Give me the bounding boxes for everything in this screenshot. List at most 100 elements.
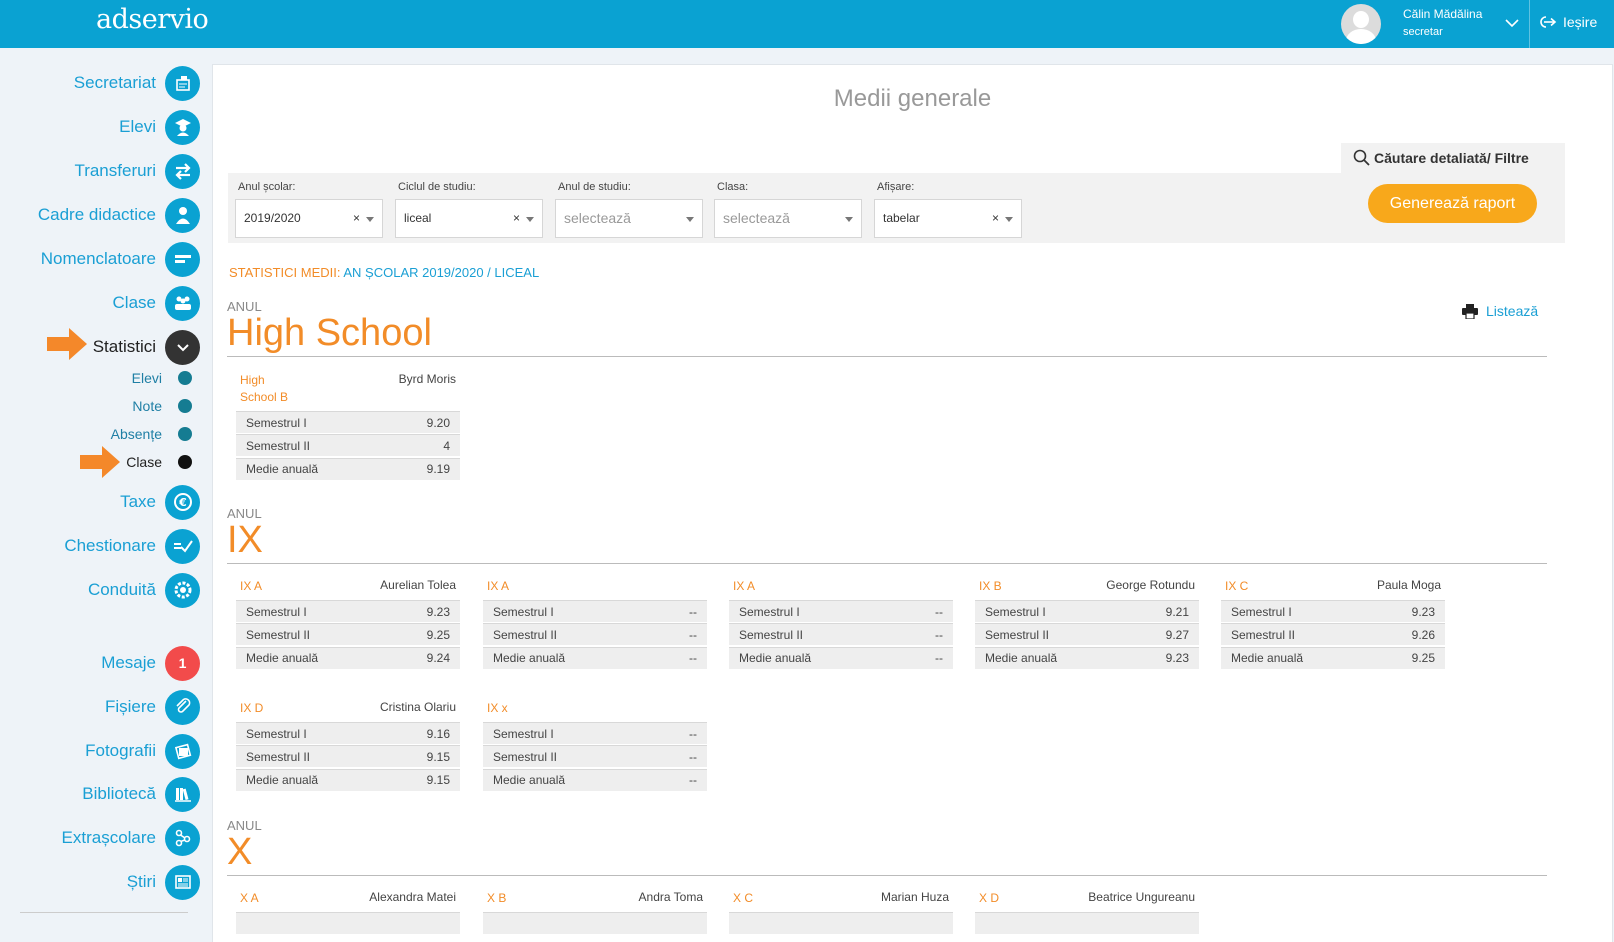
class-name: IX A	[733, 579, 756, 593]
sidebar-item-taxe[interactable]: Taxe €	[120, 484, 200, 520]
sidebar-item-mesaje[interactable]: Mesaje 1	[101, 645, 200, 681]
row-value: 9.21	[1165, 604, 1189, 619]
sidebar-item-label: Clase	[112, 293, 156, 312]
advanced-search-toggle[interactable]: Căutare detaliată/ Filtre	[1341, 143, 1565, 173]
sidebar-item-conduita[interactable]: Conduită	[88, 572, 200, 608]
classes-icon	[165, 285, 200, 321]
sidebar-subitem-elevi[interactable]: Elevi	[132, 366, 192, 390]
class-card: IX A Semestrul I -- Semestrul II -- Medie …	[729, 576, 953, 670]
table-row: Medie anuală 9.19	[236, 457, 460, 480]
divider	[227, 356, 1547, 357]
avatar[interactable]	[1341, 4, 1381, 44]
transfer-icon	[165, 153, 200, 189]
teacher-icon	[165, 197, 200, 233]
sidebar-item-label: Secretariat	[73, 73, 156, 92]
sidebar-item-clase[interactable]: Clase	[113, 285, 200, 321]
table-row: Semestrul I 9.16	[236, 722, 460, 744]
teacher-name: Paula Moga	[1376, 578, 1441, 592]
sidebar-item-chestionare[interactable]: Chestionare	[64, 528, 200, 564]
row-label: Semestrul II	[1231, 627, 1296, 642]
row-label: Semestrul I	[1231, 604, 1292, 619]
sidebar-item-label: Conduită	[87, 580, 156, 599]
arrow-right-icon	[80, 446, 120, 478]
sidebar-item-nomenclatoare[interactable]: Nomenclatoare	[41, 241, 200, 277]
row-value: --	[935, 604, 943, 619]
row-label: Semestrul II	[493, 749, 558, 764]
table-row	[729, 912, 953, 934]
dot-icon	[178, 399, 192, 413]
list-icon	[165, 241, 200, 277]
clear-icon[interactable]: ×	[992, 211, 999, 225]
sidebar-subitem-clase[interactable]: Clase	[126, 450, 192, 474]
paperclip-icon	[165, 689, 200, 725]
row-label: Semestrul I	[493, 604, 554, 619]
sidebar-item-transferuri[interactable]: Transferuri	[74, 153, 200, 189]
class-name: High School B	[240, 373, 289, 404]
class-name: IX D	[240, 701, 264, 715]
table-row: Semestrul I --	[729, 600, 953, 622]
row-label: Medie anuală	[246, 773, 319, 788]
row-label: Semestrul II	[493, 627, 558, 642]
student-icon	[165, 109, 200, 145]
sidebar-item-label: Extrașcolare	[61, 828, 156, 847]
sidebar-subitem-label: Absențe	[110, 426, 162, 442]
row-value: --	[935, 651, 943, 666]
sidebar-item-elevi[interactable]: Elevi	[119, 109, 200, 145]
row-value: --	[935, 627, 943, 642]
row-label: Medie anuală	[246, 462, 319, 477]
table-row: Medie anuală 9.23	[975, 646, 1199, 669]
filter-bar: Anul școlar: 2019/2020 × Ciclul de studi…	[228, 173, 1565, 243]
notification-badge: 1	[165, 645, 200, 681]
sidebar-item-label: Bibliotecă	[82, 784, 156, 803]
class-card: IX C Paula Moga Semestrul I 9.23 Semestrul…	[1221, 576, 1445, 670]
row-value: 9.16	[426, 726, 450, 741]
study-cycle-select[interactable]: liceal ×	[395, 199, 543, 238]
row-label: Semestrul II	[246, 438, 311, 453]
sidebar-item-secretariat[interactable]: Secretariat	[74, 65, 200, 101]
school-year-select[interactable]: 2019/2020 ×	[235, 199, 383, 238]
chevron-down-icon[interactable]	[1503, 14, 1521, 32]
select-placeholder: selectează	[564, 210, 631, 226]
sidebar-item-fotografii[interactable]: Fotografii	[85, 733, 200, 769]
search-icon	[1353, 149, 1370, 166]
study-year-select[interactable]: selectează	[555, 199, 703, 238]
caret-down-icon	[1005, 217, 1013, 222]
class-select[interactable]: selectează	[714, 199, 862, 238]
clear-icon[interactable]: ×	[513, 211, 520, 225]
sidebar-item-extrascolare[interactable]: Extrașcolare	[62, 820, 200, 856]
row-value: --	[689, 604, 697, 619]
table-row: Semestrul II 9.15	[236, 745, 460, 768]
main-panel: Medii generale Căutare detaliată/ Filtre…	[212, 64, 1613, 942]
clear-icon[interactable]: ×	[353, 211, 360, 225]
table-row: Semestrul II --	[729, 623, 953, 646]
sidebar-item-statistici[interactable]: Statistici	[93, 329, 200, 365]
logout-label: Ieșire	[1563, 14, 1598, 30]
generate-report-button[interactable]: Generează raport	[1368, 184, 1537, 223]
sidebar-item-stiri[interactable]: Știri	[127, 864, 200, 900]
year-name: X	[227, 831, 253, 873]
table-row: Medie anuală --	[483, 646, 707, 669]
table-row: Medie anuală --	[483, 768, 707, 791]
row-value: 9.15	[426, 749, 450, 764]
class-card: High School B Byrd Moris Semestrul I 9.20…	[236, 370, 460, 481]
year-name: High School	[227, 312, 432, 354]
app-logo[interactable]: adservio	[96, 4, 209, 35]
select-value: 2019/2020	[244, 211, 301, 225]
sidebar-subitem-note[interactable]: Note	[132, 394, 192, 418]
display-select[interactable]: tabelar ×	[874, 199, 1022, 238]
sidebar-subitem-absente[interactable]: Absențe	[111, 422, 192, 446]
sidebar-subitem-label: Note	[132, 398, 162, 414]
logout-button[interactable]: Ieșire	[1538, 14, 1597, 30]
survey-icon	[165, 528, 200, 564]
table-row: Semestrul I 9.23	[236, 600, 460, 622]
table-row: Medie anuală 9.25	[1221, 646, 1445, 669]
teacher-name: Aurelian Tolea	[380, 578, 456, 592]
filter-study-year: Anul de studiu: selectează	[555, 181, 703, 238]
table-row: Medie anuală 9.15	[236, 768, 460, 791]
sidebar-item-cadre-didactice[interactable]: Cadre didactice	[38, 197, 200, 233]
user-name[interactable]: Călin Mădălina	[1403, 7, 1482, 21]
sidebar-item-fisiere[interactable]: Fișiere	[105, 689, 200, 725]
row-value: 4	[443, 438, 450, 453]
sidebar-item-label: Fotografii	[85, 741, 156, 760]
sidebar-item-biblioteca[interactable]: Bibliotecă	[82, 776, 200, 812]
